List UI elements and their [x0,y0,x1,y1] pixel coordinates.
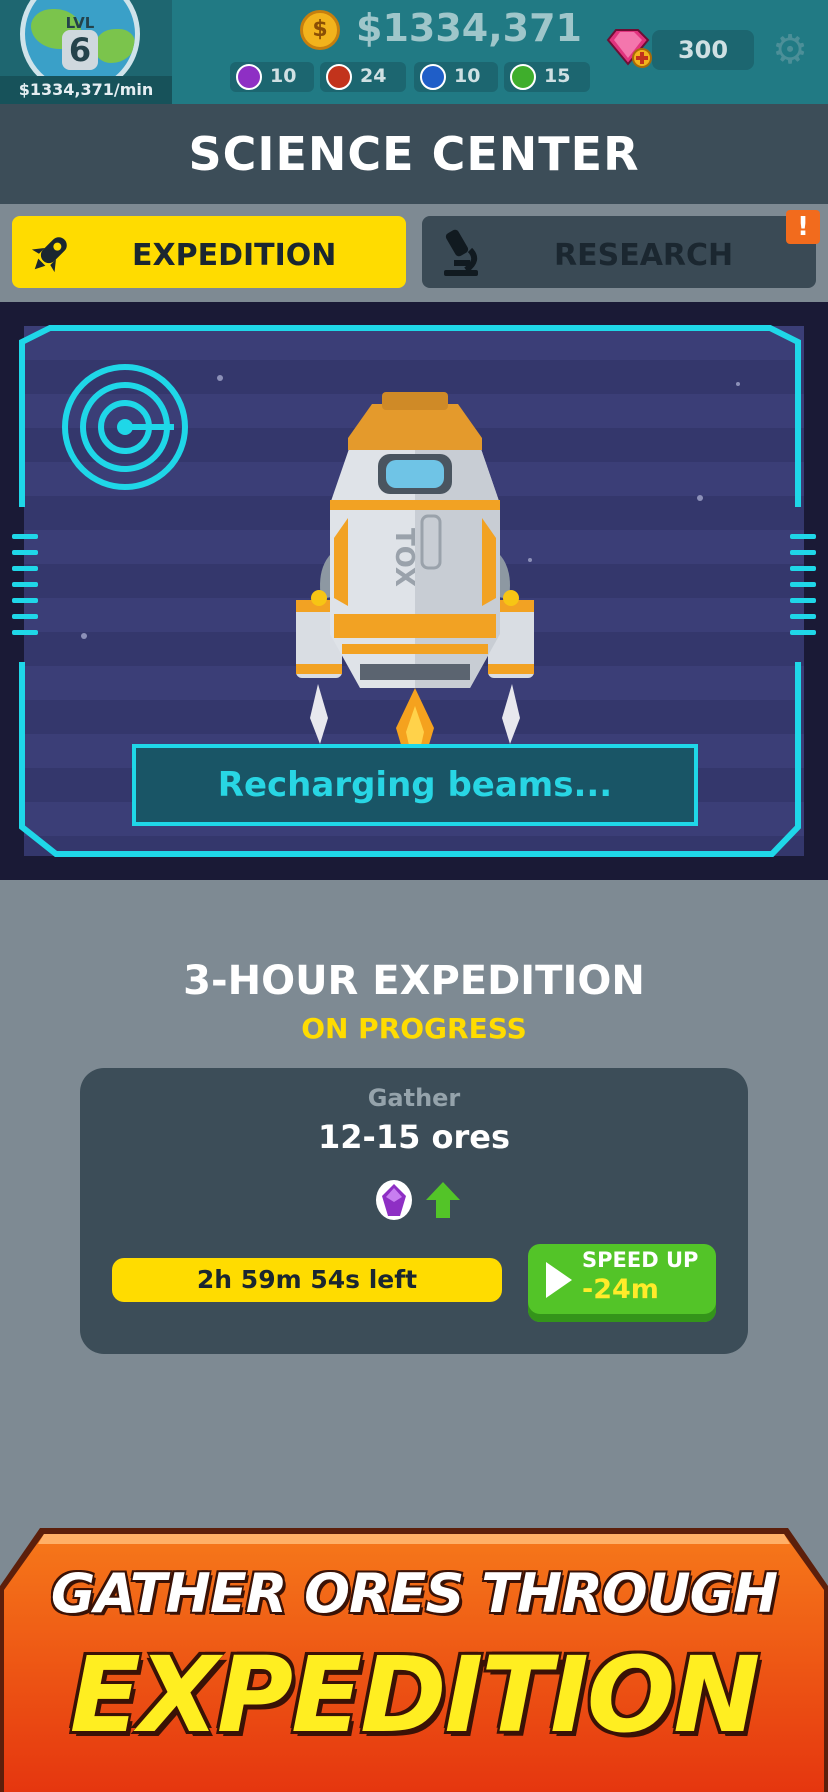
income-rate: $1334,371/min [0,76,172,104]
rocket-text: TOX [389,528,419,587]
expedition-title: 3-HOUR EXPEDITION [183,958,645,1004]
ore-count: 10 [454,65,481,87]
tab-label: RESEARCH [554,238,734,273]
level-number: 6 [62,30,98,70]
green-ore-icon [510,64,536,90]
ore-counter-blue: 10 [414,62,498,92]
radar-icon [62,364,188,490]
money-total: $1334,371 [356,6,582,50]
page-title: SCIENCE CENTER [188,127,640,181]
coin-icon: $ [300,10,340,50]
tab-label: EXPEDITION [132,238,337,273]
rocket-icon [31,237,67,273]
gem-counter[interactable]: 300 [652,30,754,70]
play-icon [546,1262,572,1298]
ore-counter-red: 24 [320,62,406,92]
purple-ore-icon [376,1180,412,1220]
microscope-icon [444,229,478,276]
alert-badge: ! [786,210,820,244]
ore-count: 24 [360,65,387,87]
blue-ore-icon [420,64,446,90]
tab-research[interactable]: RESEARCH [422,216,816,288]
expedition-status: ON PROGRESS [301,1012,527,1045]
add-gems-icon[interactable] [604,28,652,68]
ore-counter-green: 15 [504,62,590,92]
upgrade-arrow-icon [426,1182,460,1218]
banner-title: EXPEDITION [69,1634,761,1756]
speed-up-label: SPEED UP [582,1248,699,1272]
gather-value: 12-15 ores [318,1118,510,1156]
scanner-status: Recharging beams... [217,765,613,805]
purple-ore-icon [236,64,262,90]
speed-up-value: -24m [582,1274,659,1305]
banner-headline: GATHER ORES THROUGH [50,1562,778,1625]
gather-label: Gather [367,1084,461,1112]
ore-counter-purple: 10 [230,62,314,92]
gear-icon[interactable]: ⚙ [770,30,810,70]
ore-count: 10 [270,65,297,87]
level-badge[interactable]: LVL 6 $1334,371/min [0,0,172,104]
tab-expedition[interactable]: EXPEDITION [12,216,406,288]
red-ore-icon [326,64,352,90]
time-remaining: 2h 59m 54s left [196,1265,418,1294]
ore-count: 15 [544,65,571,87]
